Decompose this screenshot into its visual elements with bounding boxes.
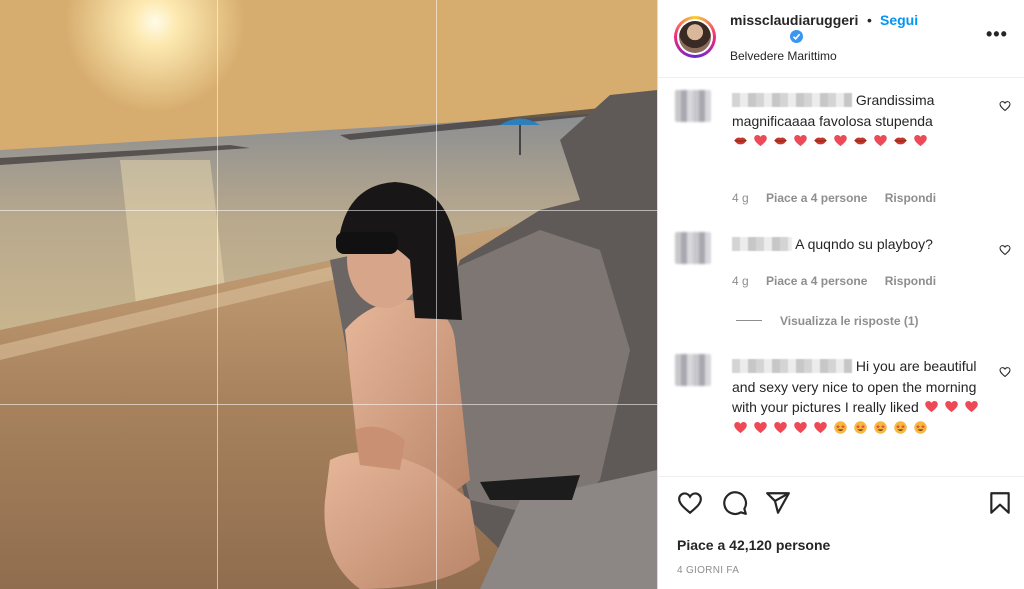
red-heart-emoji-icon xyxy=(944,401,958,413)
star-struck-emoji-icon xyxy=(894,420,907,434)
comment-time: 4 g xyxy=(732,191,749,205)
post-header: missclaudiaruggeri • Segui Belvedere Mar… xyxy=(658,0,1024,78)
red-heart-emoji-icon xyxy=(914,135,927,147)
commenter-avatar[interactable] xyxy=(675,90,711,122)
red-heart-emoji-icon xyxy=(734,421,747,433)
bookmark-icon[interactable] xyxy=(987,490,1013,516)
star-struck-emoji-icon xyxy=(854,420,867,434)
reply-button[interactable]: Rispondi xyxy=(885,274,936,288)
red-heart-emoji-icon xyxy=(814,421,827,433)
post-photo[interactable] xyxy=(0,0,657,589)
comment-like-icon[interactable] xyxy=(999,100,1011,112)
verified-badge-icon xyxy=(790,30,803,43)
redacted-username xyxy=(732,359,852,373)
post-time[interactable]: 4 GIORNI FA xyxy=(677,565,739,576)
location-link[interactable]: Belvedere Marittimo xyxy=(730,49,837,63)
grid-line xyxy=(0,404,657,405)
comment-likes[interactable]: Piace a 4 persone xyxy=(766,274,867,288)
comment-like-icon[interactable] xyxy=(999,366,1011,378)
username-link[interactable]: missclaudiaruggeri xyxy=(730,12,858,28)
comment-icon[interactable] xyxy=(722,490,748,516)
lips-emoji-icon xyxy=(734,137,747,145)
beach-scene-image xyxy=(0,0,657,589)
avatar[interactable] xyxy=(674,16,716,58)
replies-divider xyxy=(736,320,762,321)
comment-like-icon[interactable] xyxy=(999,244,1011,256)
follow-button[interactable]: Segui xyxy=(880,12,918,28)
comments-list[interactable]: Grandissima magnificaaaa favolosa stupen… xyxy=(658,78,1024,476)
comment-text: Grandissima magnificaaaa favolosa stupen… xyxy=(732,90,988,152)
grid-line xyxy=(436,0,437,589)
red-heart-emoji-icon xyxy=(754,421,767,433)
red-heart-emoji-icon xyxy=(754,135,767,147)
red-heart-emoji-icon xyxy=(834,135,847,147)
red-heart-emoji-icon xyxy=(794,421,807,433)
comment-emojis xyxy=(732,131,988,152)
red-heart-emoji-icon xyxy=(924,401,938,413)
comment-text: A quqndo su playboy? xyxy=(732,234,988,255)
redacted-username xyxy=(732,237,792,251)
comment-time: 4 g xyxy=(732,274,749,288)
comment-body: A quqndo su playboy? xyxy=(795,236,933,252)
lips-emoji-icon xyxy=(854,137,867,145)
likes-count[interactable]: Piace a 42,120 persone xyxy=(677,537,830,553)
red-heart-emoji-icon xyxy=(774,421,787,433)
lips-emoji-icon xyxy=(814,137,827,145)
lips-emoji-icon xyxy=(894,137,907,145)
post-actions: Piace a 42,120 persone 4 GIORNI FA xyxy=(658,476,1024,589)
more-options-icon[interactable]: ••• xyxy=(986,24,1008,45)
view-replies-button[interactable]: Visualizza le risposte (1) xyxy=(736,314,919,328)
reply-button[interactable]: Rispondi xyxy=(885,191,936,205)
separator-dot: • xyxy=(867,12,872,28)
red-heart-emoji-icon xyxy=(964,401,978,413)
star-struck-emoji-icon xyxy=(914,420,927,434)
view-replies-label: Visualizza le risposte (1) xyxy=(780,314,919,328)
comment-likes[interactable]: Piace a 4 persone xyxy=(766,191,867,205)
comment-meta: 4 g Piace a 4 persone Rispondi xyxy=(732,191,950,205)
star-struck-emoji-icon xyxy=(834,420,847,434)
grid-line xyxy=(0,210,657,211)
red-heart-emoji-icon xyxy=(794,135,807,147)
send-icon[interactable] xyxy=(765,490,791,516)
star-struck-emoji-icon xyxy=(874,420,887,434)
lips-emoji-icon xyxy=(774,137,787,145)
grid-line xyxy=(217,0,218,589)
comment-meta: 4 g Piace a 4 persone Rispondi xyxy=(732,274,950,288)
commenter-avatar[interactable] xyxy=(675,354,711,386)
redacted-username xyxy=(732,93,852,107)
comment-text: Hi you are beautiful and sexy very nice … xyxy=(732,356,988,438)
red-heart-emoji-icon xyxy=(874,135,887,147)
heart-outline-icon[interactable] xyxy=(677,490,703,516)
post-side-panel: missclaudiaruggeri • Segui Belvedere Mar… xyxy=(657,0,1024,589)
commenter-avatar[interactable] xyxy=(675,232,711,264)
